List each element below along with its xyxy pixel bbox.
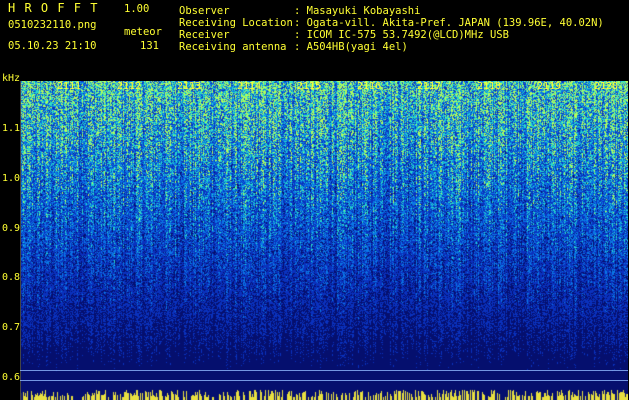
y-label: 0.6 bbox=[2, 372, 21, 383]
file-name: 0510232110.png bbox=[8, 19, 97, 31]
time-tick: 2112 bbox=[117, 81, 142, 92]
time-tick: 2120 bbox=[594, 81, 619, 92]
datetime: 05.10.23 21:10 bbox=[8, 40, 97, 52]
time-tick: 2114 bbox=[237, 81, 262, 92]
y-axis-line bbox=[20, 81, 21, 400]
axis-unit: kHz bbox=[2, 73, 21, 84]
app-version: 1.00 bbox=[124, 3, 150, 15]
y-label: 0.8 bbox=[2, 272, 21, 283]
time-tick: 2113 bbox=[177, 81, 202, 92]
app-title: H R O F F T bbox=[8, 1, 99, 15]
time-tick: 2119 bbox=[537, 81, 562, 92]
y-label: 0.9 bbox=[2, 223, 21, 234]
meteor-count: 131 bbox=[140, 40, 159, 52]
time-tick: 2117 bbox=[417, 81, 442, 92]
time-tick: 2111 bbox=[57, 81, 82, 92]
y-label: 1.0 bbox=[2, 173, 21, 184]
info-key-antenna: Receiving antenna bbox=[179, 41, 287, 53]
meteor-label: meteor bbox=[124, 26, 162, 38]
time-tick: 2115 bbox=[297, 81, 322, 92]
y-label: 1.1 bbox=[2, 123, 21, 134]
reference-line bbox=[20, 370, 628, 371]
reference-line bbox=[20, 380, 628, 381]
info-value-antenna: : A504HB(yagi 4el) bbox=[294, 41, 408, 53]
time-tick: 2118 bbox=[477, 81, 502, 92]
y-label: 0.7 bbox=[2, 322, 21, 333]
time-tick: 2116 bbox=[357, 81, 382, 92]
spectrogram bbox=[20, 81, 628, 400]
